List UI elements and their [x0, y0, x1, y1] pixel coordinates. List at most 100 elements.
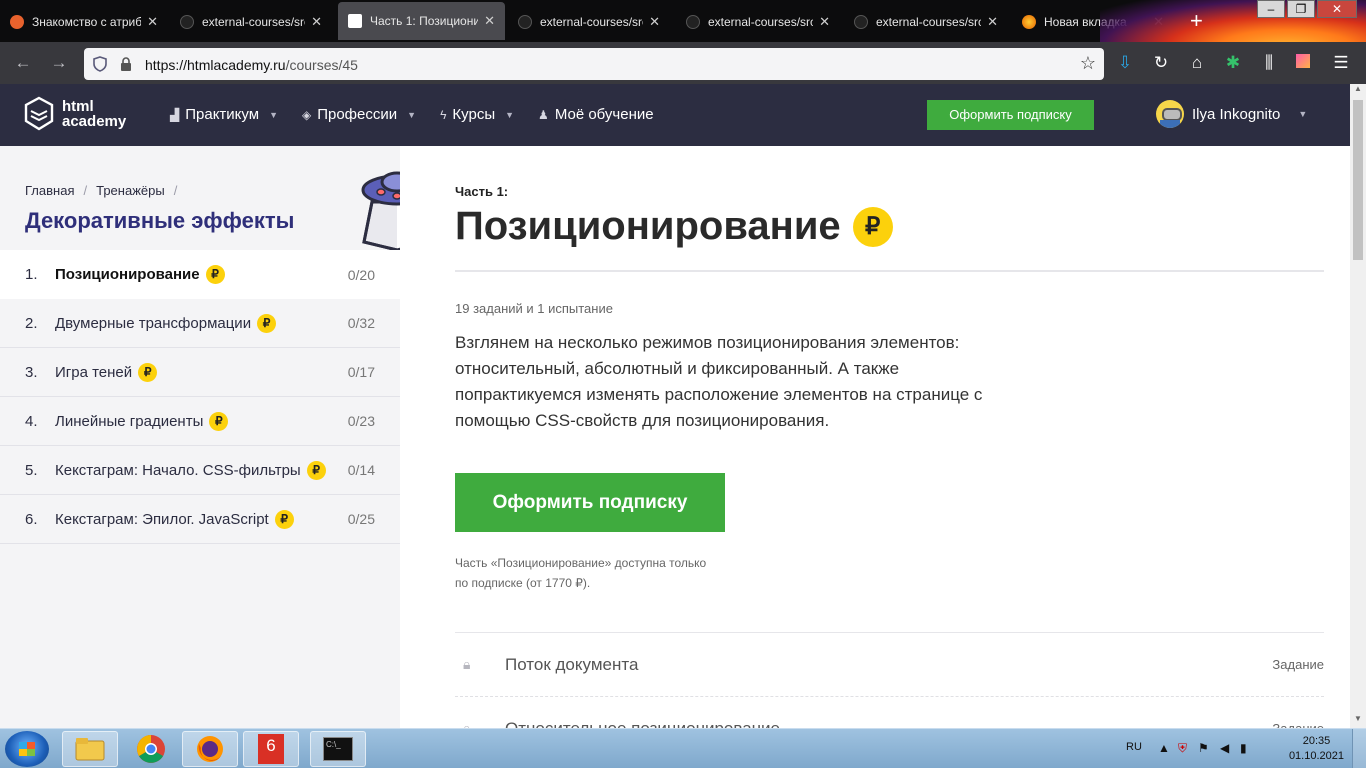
browser-tab[interactable]: external-courses/src/ ✕	[508, 4, 670, 40]
explorer-app[interactable]	[62, 731, 118, 767]
menu-item-my-learning[interactable]: ♟ Моё обучение	[538, 106, 654, 123]
tab-title: external-courses/src/	[876, 15, 982, 29]
task-type: Задание	[1272, 657, 1324, 672]
html-academy-icon	[10, 15, 24, 29]
menu-icon[interactable]: ☰	[1330, 52, 1352, 74]
lesson-item[interactable]: 2. Двумерные трансформации ₽ 0/32	[0, 299, 400, 348]
subscribe-button[interactable]: Оформить подписку	[455, 473, 725, 532]
site-header: html academy ▟ Практикум ▼ ◈ Профессии ▼…	[0, 84, 1350, 146]
menu-item-practicum[interactable]: ▟ Практикум ▼	[170, 106, 278, 123]
lesson-item[interactable]: 5. Кекстаграм: Начало. CSS-фильтры ₽ 0/1…	[0, 446, 400, 495]
lesson-progress: 0/32	[347, 315, 375, 331]
lesson-number: 6.	[25, 510, 38, 528]
html-academy-icon	[348, 14, 362, 28]
browser-tab-active[interactable]: Часть 1: Позициони ✕	[338, 2, 505, 40]
action-center-flag-icon[interactable]: ⚑	[1198, 741, 1209, 755]
lesson-number: 5.	[25, 461, 38, 479]
close-tab-icon[interactable]: ✕	[649, 14, 660, 30]
download-icon[interactable]: ⇩	[1114, 52, 1136, 74]
forward-icon[interactable]: →	[48, 52, 70, 74]
lesson-item-active[interactable]: 1. Позиционирование ₽ 0/20	[0, 250, 400, 299]
close-tab-icon[interactable]: ✕	[484, 13, 495, 29]
new-tab-icon[interactable]: +	[1190, 10, 1203, 32]
ruble-coin-icon: ₽	[209, 411, 229, 431]
browser-tab[interactable]: external-courses/src/ ✕	[170, 4, 332, 40]
console-app[interactable]: C:\_	[310, 731, 366, 767]
ruble-coin-icon: ₽	[274, 509, 294, 529]
task-row[interactable]: 🔒︎ Относительное позиционирование Задани…	[455, 697, 1324, 729]
show-desktop-button[interactable]	[1352, 729, 1366, 768]
lesson-item[interactable]: 4. Линейные градиенты ₽ 0/23	[0, 397, 400, 446]
ruble-coin-icon: ₽	[138, 362, 158, 382]
close-tab-icon[interactable]: ✕	[311, 14, 322, 30]
browser-tab[interactable]: external-courses/src/ ✕	[844, 4, 1008, 40]
user-menu[interactable]: Ilya Inkognito ▼	[1156, 100, 1307, 128]
firefox-app[interactable]	[182, 731, 238, 767]
security-icon[interactable]: ⛨	[1178, 741, 1187, 756]
back-icon[interactable]: ←	[12, 52, 34, 74]
tab-title: external-courses/src/	[708, 15, 814, 29]
clock[interactable]: 20:35 01.10.2021	[1289, 734, 1344, 764]
part-label: Часть 1:	[455, 184, 509, 199]
calendar-icon: 6	[258, 734, 284, 764]
course-title: Декоративные эффекты	[25, 208, 295, 233]
github-icon	[686, 15, 700, 29]
ruble-coin-icon: ₽	[257, 313, 277, 333]
chrome-app[interactable]	[123, 731, 179, 767]
browser-tab[interactable]: external-courses/src/ ✕	[676, 4, 840, 40]
calendar-app[interactable]: 6	[243, 731, 299, 767]
tracking-shield-icon[interactable]	[92, 56, 108, 72]
lesson-name: Двумерные трансформации	[55, 314, 252, 332]
extension-icon[interactable]	[1292, 52, 1314, 74]
language-indicator[interactable]: RU	[1126, 741, 1142, 753]
note-line: по подписке (от 1770 ₽).	[455, 576, 591, 590]
lesson-number: 1.	[25, 266, 38, 283]
page-title-text: Позиционирование	[455, 204, 841, 248]
lesson-progress: 0/25	[347, 511, 375, 527]
scroll-up-icon[interactable]: ▲	[1350, 84, 1366, 98]
close-tab-icon[interactable]: ✕	[987, 14, 998, 30]
menu-item-courses[interactable]: ϟ Курсы ▼	[440, 106, 514, 123]
subscribe-button-header[interactable]: Оформить подписку	[927, 100, 1094, 130]
page-title: Позиционирование ₽	[455, 204, 893, 249]
show-hidden-icons-icon[interactable]: ▲	[1158, 741, 1170, 755]
breadcrumb-link-trainers[interactable]: Тренажёры	[96, 183, 165, 198]
network-icon[interactable]: ▮	[1240, 741, 1247, 755]
restore-icon[interactable]: ❐	[1287, 0, 1315, 18]
tab-title: Знакомство с атриб	[32, 15, 142, 29]
extension-icon[interactable]: ✱	[1222, 52, 1244, 74]
menu-item-professions[interactable]: ◈ Профессии ▼	[302, 106, 416, 123]
url-text[interactable]: https://htmlacademy.ru/courses/45	[145, 57, 358, 73]
task-name: Относительное позиционирование	[505, 718, 781, 729]
close-tab-icon[interactable]: ✕	[819, 14, 830, 30]
breadcrumb-link-home[interactable]: Главная	[25, 183, 74, 198]
logo-line: html	[62, 98, 94, 115]
close-tab-icon[interactable]: ✕	[147, 14, 158, 30]
lesson-item[interactable]: 3. Игра теней ₽ 0/17	[0, 348, 400, 397]
folder-icon	[75, 738, 105, 761]
page-scrollbar[interactable]: ▲ ▼	[1350, 84, 1366, 728]
home-icon[interactable]: ⌂	[1186, 52, 1208, 74]
logo[interactable]: html academy	[24, 96, 126, 132]
start-button[interactable]	[5, 731, 49, 767]
address-bar[interactable]: https://htmlacademy.ru/courses/45 ☆	[84, 48, 1104, 80]
lesson-name: Линейные градиенты	[55, 412, 204, 430]
close-window-icon[interactable]: ✕	[1317, 0, 1357, 18]
main-menu: ▟ Практикум ▼ ◈ Профессии ▼ ϟ Курсы ▼ ♟ …	[170, 106, 678, 123]
lesson-item[interactable]: 6. Кекстаграм: Эпилог. JavaScript ₽ 0/25	[0, 495, 400, 544]
reload-icon[interactable]: ↻	[1150, 52, 1172, 74]
task-row[interactable]: 🔒︎ Поток документа Задание	[455, 633, 1324, 697]
bookmark-star-icon[interactable]: ☆	[1080, 53, 1096, 74]
volume-icon[interactable]: ◀	[1220, 741, 1229, 755]
ruble-coin-icon: ₽	[852, 206, 893, 247]
minimize-icon[interactable]: –	[1257, 0, 1285, 18]
scroll-down-icon[interactable]: ▼	[1350, 714, 1366, 728]
chevron-down-icon: ▼	[269, 109, 278, 120]
library-icon[interactable]: ⫼	[1258, 52, 1280, 74]
lock-icon[interactable]	[119, 56, 133, 72]
breadcrumb-separator: /	[83, 183, 88, 198]
scrollbar-thumb[interactable]	[1353, 100, 1363, 260]
browser-tab[interactable]: Знакомство с атриб ✕	[0, 4, 168, 40]
lock-icon: 🔒︎	[463, 656, 471, 672]
menu-item-label: Практикум	[185, 106, 260, 123]
